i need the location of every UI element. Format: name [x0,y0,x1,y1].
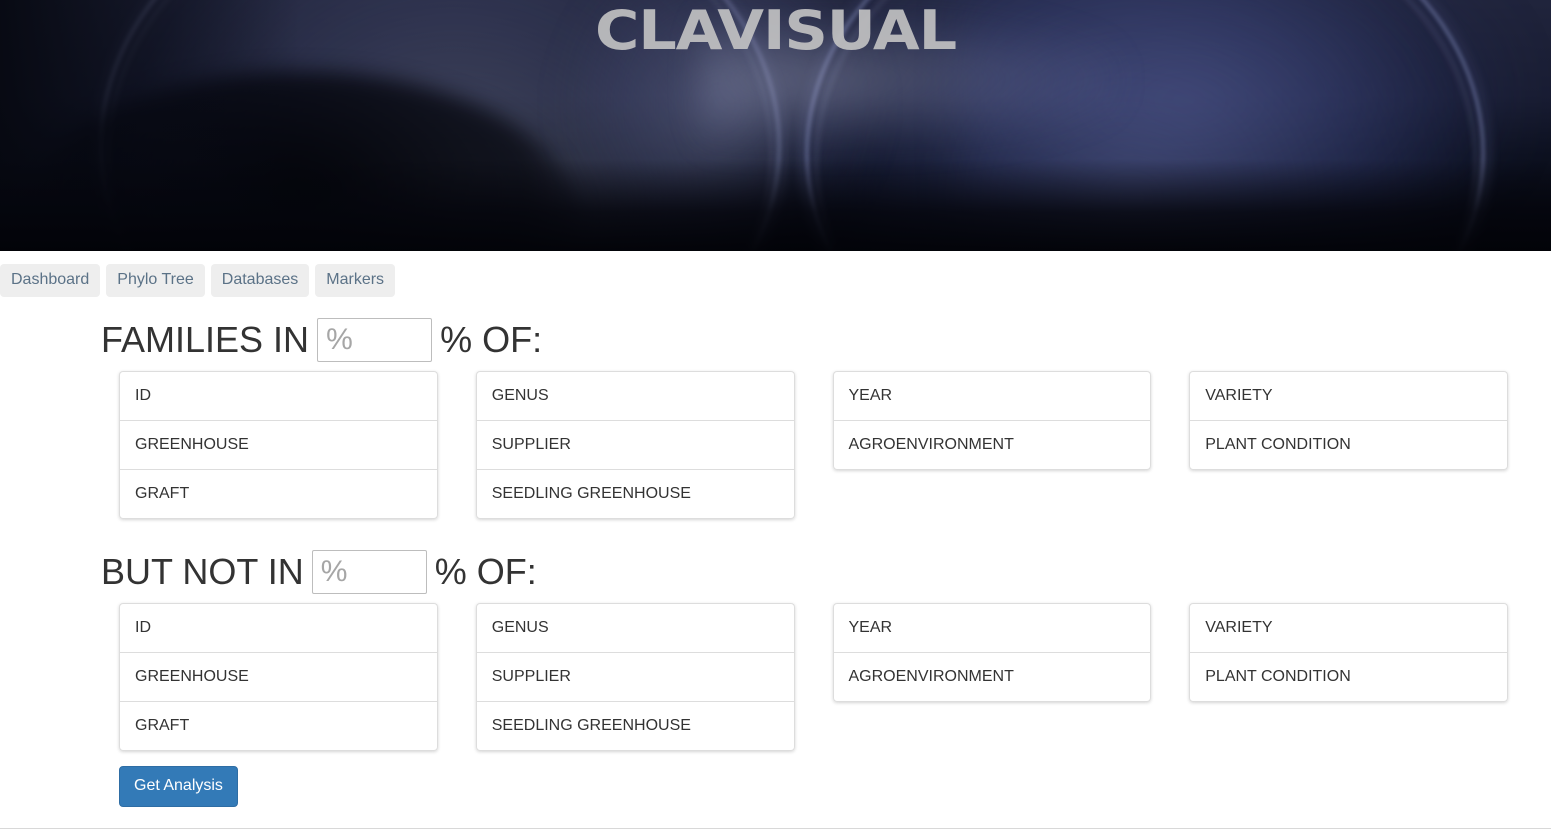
include-column-1: ID GREENHOUSE GRAFT [119,371,438,519]
include-column-3: YEAR AGROENVIRONMENT [832,371,1152,470]
include-heading-suffix: % OF: [440,319,543,360]
exclude-percent-input[interactable] [311,550,427,594]
list-item[interactable]: GRAFT [119,469,438,519]
include-list-group-4: VARIETY PLANT CONDITION [1189,371,1508,470]
get-analysis-button[interactable]: Get Analysis [119,766,238,807]
include-list-group-3: YEAR AGROENVIRONMENT [832,371,1152,470]
include-field-columns: ID GREENHOUSE GRAFT GENUS SUPPLIER SEEDL… [0,371,1551,519]
nav-tab-phylo-tree[interactable]: Phylo Tree [106,264,205,297]
analysis-form: FAMILIES IN % OF: ID GREENHOUSE GRAFT GE… [0,309,1551,807]
exclude-column-2: GENUS SUPPLIER SEEDLING GREENHOUSE [475,603,795,751]
exclude-heading-prefix: BUT NOT IN [101,551,304,592]
list-item[interactable]: SEEDLING GREENHOUSE [475,469,795,519]
list-item[interactable]: PLANT CONDITION [1189,652,1508,702]
include-list-group-1: ID GREENHOUSE GRAFT [119,371,438,519]
nav-tab-markers[interactable]: Markers [315,264,396,297]
list-item[interactable]: AGROENVIRONMENT [832,652,1152,702]
list-item[interactable]: VARIETY [1189,371,1508,420]
main-navigation: Dashboard Phylo Tree Databases Markers [0,251,1551,309]
page-bottom-rule [0,828,1551,829]
exclude-section-heading: BUT NOT IN % OF: [0,541,1551,603]
list-item[interactable]: GENUS [475,603,795,652]
list-item[interactable]: YEAR [832,371,1152,420]
list-item[interactable]: GREENHOUSE [119,652,438,701]
list-item[interactable]: SUPPLIER [475,420,795,469]
exclude-list-group-2: GENUS SUPPLIER SEEDLING GREENHOUSE [475,603,795,751]
nav-tab-dashboard[interactable]: Dashboard [0,264,101,297]
list-item[interactable]: SEEDLING GREENHOUSE [475,701,795,751]
list-item[interactable]: ID [119,603,438,652]
include-column-4: VARIETY PLANT CONDITION [1189,371,1508,470]
exclude-column-4: VARIETY PLANT CONDITION [1189,603,1508,702]
exclude-heading-suffix: % OF: [434,551,537,592]
list-item[interactable]: PLANT CONDITION [1189,420,1508,470]
exclude-column-1: ID GREENHOUSE GRAFT [119,603,438,751]
nav-tab-databases[interactable]: Databases [210,264,310,297]
include-section-heading: FAMILIES IN % OF: [0,309,1551,371]
include-list-group-2: GENUS SUPPLIER SEEDLING GREENHOUSE [475,371,795,519]
include-column-2: GENUS SUPPLIER SEEDLING GREENHOUSE [475,371,795,519]
include-heading-prefix: FAMILIES IN [101,319,310,360]
exclude-field-columns: ID GREENHOUSE GRAFT GENUS SUPPLIER SEEDL… [0,603,1551,751]
list-item[interactable]: VARIETY [1189,603,1508,652]
exclude-list-group-3: YEAR AGROENVIRONMENT [832,603,1152,702]
form-action-bar: Get Analysis [0,751,1551,807]
page-banner: CLAVISUAL [0,0,1551,251]
exclude-list-group-4: VARIETY PLANT CONDITION [1189,603,1508,702]
list-item[interactable]: GENUS [475,371,795,420]
list-item[interactable]: AGROENVIRONMENT [832,420,1152,470]
site-title: CLAVISUAL [594,0,957,62]
list-item[interactable]: YEAR [832,603,1152,652]
list-item[interactable]: GREENHOUSE [119,420,438,469]
list-item[interactable]: ID [119,371,438,420]
exclude-list-group-1: ID GREENHOUSE GRAFT [119,603,438,751]
list-item[interactable]: SUPPLIER [475,652,795,701]
list-item[interactable]: GRAFT [119,701,438,751]
exclude-column-3: YEAR AGROENVIRONMENT [832,603,1152,702]
include-percent-input[interactable] [317,318,433,362]
